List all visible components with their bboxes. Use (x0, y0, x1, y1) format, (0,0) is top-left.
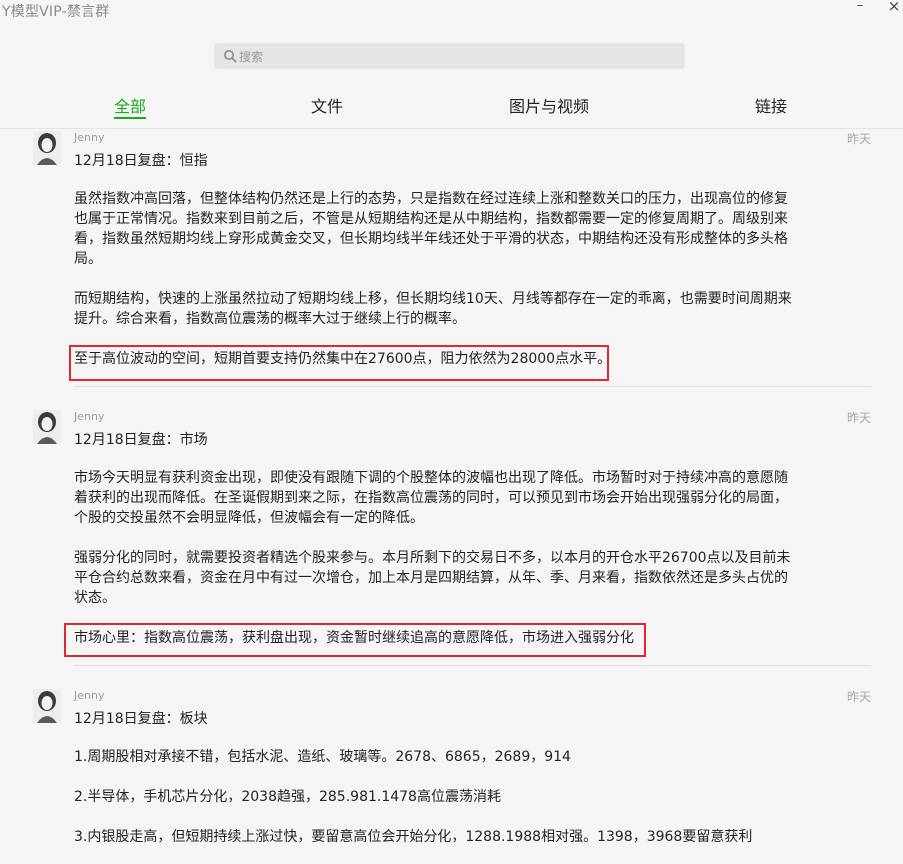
tab-files[interactable]: 文件 (311, 93, 343, 117)
minimize-button[interactable]: – (850, 0, 870, 14)
tab-images-videos-label: 图片与视频 (509, 97, 590, 116)
search-input[interactable]: 搜索 (214, 43, 685, 69)
message-paragraph: 市场今天明显有获利资金出现，即使没有跟随下调的个股整体的波幅也出现了降低。市场暂… (74, 470, 788, 526)
message-paragraph: 而短期结构，快速的上涨虽然拉动了短期均线上移，但长期均线10天、月线等都存在一定… (74, 291, 792, 327)
tabs-divider (0, 128, 903, 129)
message-title: 12月18日复盘：恒指 (74, 153, 208, 169)
message-time: 昨天 (847, 690, 872, 704)
close-button[interactable]: × (884, 0, 903, 14)
window-title: Y模型VIP-禁言群 (2, 4, 110, 20)
message-paragraph: 强弱分化的同时，就需要投资者精选个股来参与。本月所剩下的交易日不多，以本月的开仓… (74, 550, 791, 606)
message-paragraph: 1.周期股相对承接不错，包括水泥、造纸、玻璃等。2678、6865，2689，9… (74, 749, 571, 765)
tab-all-label: 全部 (114, 97, 147, 116)
active-tab-underline (114, 117, 147, 119)
tab-links[interactable]: 链接 (755, 93, 787, 117)
search-icon (224, 50, 237, 63)
message-time: 昨天 (847, 132, 872, 146)
message-paragraph: 虽然指数冲高回落，但整体结构仍然还是上行的态势，只是指数在经过连续上涨和整数关口… (74, 191, 788, 267)
avatar[interactable] (33, 410, 61, 444)
title-bar: Y模型VIP-禁言群 – × (0, 0, 903, 32)
tab-files-label: 文件 (311, 97, 344, 116)
highlight-box (69, 345, 609, 381)
avatar[interactable] (33, 689, 61, 723)
sender-name: Jenny (74, 410, 105, 423)
tab-all[interactable]: 全部 (114, 93, 147, 119)
highlight-box (64, 623, 646, 657)
message-divider (74, 665, 871, 666)
message-title: 12月18日复盘：板块 (74, 711, 208, 727)
avatar[interactable] (33, 131, 61, 165)
sender-name: Jenny (74, 131, 105, 144)
sender-name: Jenny (74, 689, 105, 702)
message-time: 昨天 (847, 411, 872, 425)
message-paragraph: 2.半导体，手机芯片分化，2038趋强，285.981.1478高位震荡消耗 (74, 789, 501, 805)
tab-links-label: 链接 (755, 97, 788, 116)
search-placeholder: 搜索 (239, 50, 264, 64)
message-title: 12月18日复盘：市场 (74, 432, 208, 448)
message-paragraph: 3.内银股走高，但短期持续上涨过快，要留意高位会开始分化，1288.1988相对… (74, 829, 753, 845)
tab-images-videos[interactable]: 图片与视频 (509, 93, 589, 117)
message-divider (74, 386, 871, 387)
